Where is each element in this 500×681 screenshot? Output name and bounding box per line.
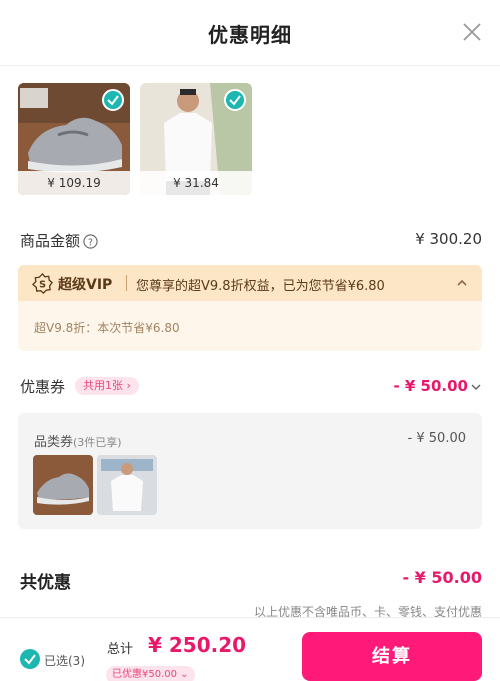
close-icon[interactable] <box>460 20 484 44</box>
product-price: ¥ 109.19 <box>18 171 130 195</box>
checkmark-icon <box>224 89 246 111</box>
coupon-value: - ¥ 50.00 <box>393 377 468 395</box>
coupon-row: 优惠券 共用1张 › - ¥ 50.00 <box>20 376 482 398</box>
category-coupon-label: 品类券(3件已享) <box>34 431 122 450</box>
goods-amount-label: 商品金额 ? <box>20 230 98 251</box>
selected-count: 已选(3) <box>44 654 85 668</box>
total-discount-value: - ¥ 50.00 <box>402 568 482 587</box>
goods-amount-row: 商品金额 ? ¥ 300.20 <box>20 230 482 252</box>
svg-text:S: S <box>39 279 46 290</box>
checkmark-icon <box>102 89 124 111</box>
help-icon[interactable]: ? <box>83 234 98 249</box>
vip-badge-icon: S <box>32 273 53 294</box>
product-price: ¥ 31.84 <box>140 171 252 195</box>
total-label: 总计 <box>107 642 134 657</box>
goods-amount-text: 商品金额 <box>20 232 81 250</box>
sneaker-mini-image <box>33 455 93 515</box>
category-coupon-value: - ¥ 50.00 <box>407 431 466 446</box>
total-discount-row: 共优惠 - ¥ 50.00 <box>20 568 482 593</box>
product-thumbnails: ¥ 109.19 ¥ 31.84 <box>18 83 252 195</box>
vip-brand: 超级VIP <box>58 277 113 293</box>
chevron-down-icon[interactable] <box>470 381 482 393</box>
coupon-count-pill[interactable]: 共用1张 › <box>75 377 139 395</box>
category-coupon-note: (3件已享) <box>73 436 122 449</box>
vip-message: 您尊享的超V9.8折权益，已为您节省¥6.80 <box>136 279 385 294</box>
vip-header[interactable]: S 超级VIP 您尊享的超V9.8折权益，已为您节省¥6.80 <box>18 265 482 301</box>
svg-text:?: ? <box>88 237 93 248</box>
checkmark-icon <box>24 654 36 665</box>
chevron-up-icon[interactable] <box>456 277 468 289</box>
category-coupon-title: 品类券 <box>34 435 74 450</box>
checkout-bar: 已选(3) 总计 ¥ 250.20 已优惠¥50.00 ⌄ 结算 <box>0 617 500 681</box>
coupon-label: 优惠券 <box>20 378 66 396</box>
divider <box>126 275 127 291</box>
checkout-button[interactable]: 结算 <box>302 632 482 681</box>
vip-detail: 超V9.8折：本次节省¥6.80 <box>34 321 180 335</box>
discount-pill[interactable]: 已优惠¥50.00 ⌄ <box>106 666 195 681</box>
select-all-checkbox[interactable] <box>20 649 40 669</box>
total-value: ¥ 250.20 <box>148 633 247 657</box>
product-thumb-sneaker[interactable]: ¥ 109.19 <box>18 83 130 195</box>
product-thumb-tshirt[interactable]: ¥ 31.84 <box>140 83 252 195</box>
page-title: 优惠明细 <box>208 23 292 47</box>
tshirt-mini-image <box>97 455 157 515</box>
vip-discount-card: S 超级VIP 您尊享的超V9.8折权益，已为您节省¥6.80 超V9.8折：本… <box>18 265 482 351</box>
total-discount-label: 共优惠 <box>20 573 71 593</box>
goods-amount-value: ¥ 300.20 <box>415 230 482 248</box>
category-coupon-card: 品类券(3件已享) - ¥ 50.00 <box>18 413 482 529</box>
header: 优惠明细 <box>0 0 500 66</box>
